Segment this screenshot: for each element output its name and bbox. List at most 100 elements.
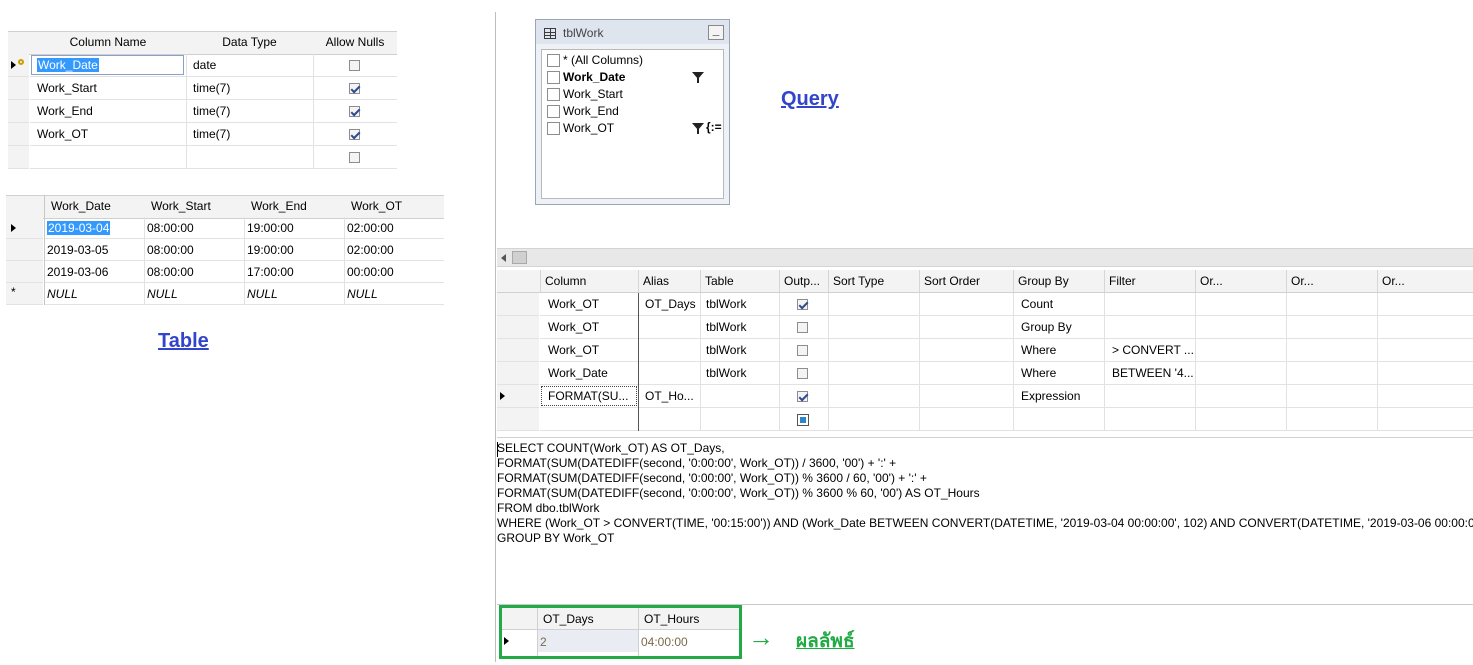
data-header-work-end[interactable]: Work_End: [244, 195, 351, 217]
criteria-table-cell[interactable]: tblWork: [706, 343, 746, 357]
criteria-column-cell[interactable]: Work_OT: [548, 343, 599, 357]
data-cell[interactable]: NULL: [147, 287, 178, 301]
criteria-header[interactable]: Alias: [643, 274, 669, 288]
data-type-value[interactable]: date: [193, 58, 216, 72]
diagram-column-checkbox[interactable]: [547, 54, 560, 67]
allow-nulls-checkbox[interactable]: [349, 60, 360, 71]
data-cell[interactable]: 00:00:00: [347, 265, 394, 279]
data-cell[interactable]: 08:00:00: [147, 221, 194, 235]
query-label[interactable]: Query: [781, 88, 839, 111]
criteria-header[interactable]: Or...: [1382, 274, 1405, 288]
diagram-column-checkbox[interactable]: [547, 105, 560, 118]
criteria-header[interactable]: Outp...: [784, 274, 820, 288]
diagram-column-checkbox[interactable]: [547, 71, 560, 84]
output-checkbox[interactable]: [797, 391, 808, 402]
data-cell[interactable]: 2019-03-05: [47, 243, 108, 257]
criteria-group-cell[interactable]: Count: [1021, 297, 1053, 311]
table-label[interactable]: Table: [158, 330, 209, 353]
diagram-column-label[interactable]: Work_Start: [563, 87, 623, 101]
scroll-left-arrow-icon[interactable]: [501, 254, 506, 262]
allow-nulls-checkbox[interactable]: [349, 129, 360, 140]
sql-pane[interactable]: SELECT COUNT(Work_OT) AS OT_Days, FORMAT(…: [497, 437, 1473, 604]
criteria-table-cell[interactable]: tblWork: [706, 297, 746, 311]
diagram-column-label[interactable]: Work_Date: [563, 70, 625, 84]
output-checkbox[interactable]: [797, 414, 809, 426]
table-diagram-window[interactable]: tblWork _ * (All Columns) Work_Date Work_S…: [535, 19, 730, 205]
data-cell[interactable]: 02:00:00: [347, 243, 394, 257]
output-checkbox[interactable]: [797, 368, 808, 379]
data-cell[interactable]: 2019-03-06: [47, 265, 108, 279]
criteria-table-cell[interactable]: tblWork: [706, 366, 746, 380]
criteria-header[interactable]: Or...: [1200, 274, 1223, 288]
column-name-header[interactable]: Column Name: [30, 31, 186, 53]
scroll-thumb[interactable]: [512, 251, 527, 264]
criteria-header[interactable]: Table: [705, 274, 734, 288]
criteria-filter-cell[interactable]: > CONVERT ...: [1112, 343, 1194, 357]
data-header-work-start[interactable]: Work_Start: [144, 195, 251, 217]
data-row-selector[interactable]: [6, 239, 43, 261]
data-cell[interactable]: 2019-03-04: [47, 221, 111, 235]
data-header-work-date[interactable]: Work_Date: [44, 195, 151, 217]
criteria-column-cell[interactable]: FORMAT(SU...: [548, 389, 628, 403]
output-checkbox[interactable]: [797, 322, 808, 333]
criteria-column-cell[interactable]: Work_OT: [548, 297, 599, 311]
criteria-header[interactable]: Filter: [1109, 274, 1136, 288]
criteria-header[interactable]: Or...: [1291, 274, 1314, 288]
design-name-cell[interactable]: [31, 147, 184, 167]
data-cell[interactable]: 08:00:00: [147, 243, 194, 257]
diagram-column-checkbox[interactable]: [547, 88, 560, 101]
data-cell[interactable]: 02:00:00: [347, 221, 394, 235]
criteria-filter-cell[interactable]: BETWEEN '4...: [1112, 366, 1194, 380]
data-cell[interactable]: 19:00:00: [247, 221, 294, 235]
data-cell[interactable]: 08:00:00: [147, 265, 194, 279]
criteria-row-selector[interactable]: [497, 293, 539, 316]
criteria-row-selector[interactable]: [497, 316, 539, 339]
result-value-ot-hours[interactable]: 04:00:00: [641, 635, 688, 649]
criteria-alias-cell[interactable]: OT_Days: [645, 297, 696, 311]
data-cell[interactable]: 19:00:00: [247, 243, 294, 257]
design-row-selector[interactable]: [8, 123, 29, 146]
criteria-alias-cell[interactable]: OT_Ho...: [645, 389, 694, 403]
data-cell[interactable]: NULL: [347, 287, 378, 301]
result-header-ot-hours[interactable]: OT_Hours: [644, 612, 699, 626]
result-header-ot-days[interactable]: OT_Days: [543, 612, 594, 626]
design-row-selector[interactable]: [8, 100, 29, 123]
design-row-selector[interactable]: [8, 77, 29, 100]
data-header-work-ot[interactable]: Work_OT: [344, 195, 451, 217]
result-label[interactable]: ผลลัพธ์: [796, 626, 855, 656]
data-cell[interactable]: NULL: [47, 287, 78, 301]
diagram-column-checkbox[interactable]: [547, 122, 560, 135]
output-checkbox[interactable]: [797, 299, 808, 310]
data-row-selector[interactable]: [6, 261, 43, 283]
data-type-header[interactable]: Data Type: [186, 31, 313, 53]
criteria-row-selector[interactable]: [497, 339, 539, 362]
criteria-row-selector[interactable]: [497, 408, 539, 431]
allow-nulls-header[interactable]: Allow Nulls: [313, 31, 397, 53]
diagram-scrollbar[interactable]: [497, 248, 1473, 267]
criteria-group-cell[interactable]: Group By: [1021, 320, 1072, 334]
allow-nulls-checkbox[interactable]: [349, 106, 360, 117]
criteria-group-cell[interactable]: Where: [1021, 343, 1056, 357]
diagram-column-label[interactable]: * (All Columns): [563, 53, 643, 67]
criteria-header[interactable]: Group By: [1018, 274, 1069, 288]
criteria-column-cell[interactable]: Work_OT: [548, 320, 599, 334]
result-cell-ot-days[interactable]: [538, 630, 638, 652]
criteria-header[interactable]: Column: [545, 274, 586, 288]
criteria-group-cell[interactable]: Where: [1021, 366, 1056, 380]
data-cell[interactable]: NULL: [247, 287, 278, 301]
criteria-table-cell[interactable]: tblWork: [706, 320, 746, 334]
minimize-button[interactable]: _: [708, 24, 724, 40]
output-checkbox[interactable]: [797, 345, 808, 356]
design-row-selector[interactable]: [8, 146, 29, 169]
criteria-group-cell[interactable]: Expression: [1021, 389, 1080, 403]
data-type-value[interactable]: time(7): [193, 127, 230, 141]
allow-nulls-checkbox[interactable]: [349, 152, 360, 163]
criteria-row-selector[interactable]: [497, 362, 539, 385]
criteria-column-cell[interactable]: Work_Date: [548, 366, 608, 380]
criteria-header[interactable]: Sort Order: [924, 274, 980, 288]
allow-nulls-checkbox[interactable]: [349, 83, 360, 94]
criteria-header[interactable]: Sort Type: [833, 274, 884, 288]
data-type-value[interactable]: time(7): [193, 81, 230, 95]
diagram-column-label[interactable]: Work_OT: [563, 121, 614, 135]
data-cell[interactable]: 17:00:00: [247, 265, 294, 279]
